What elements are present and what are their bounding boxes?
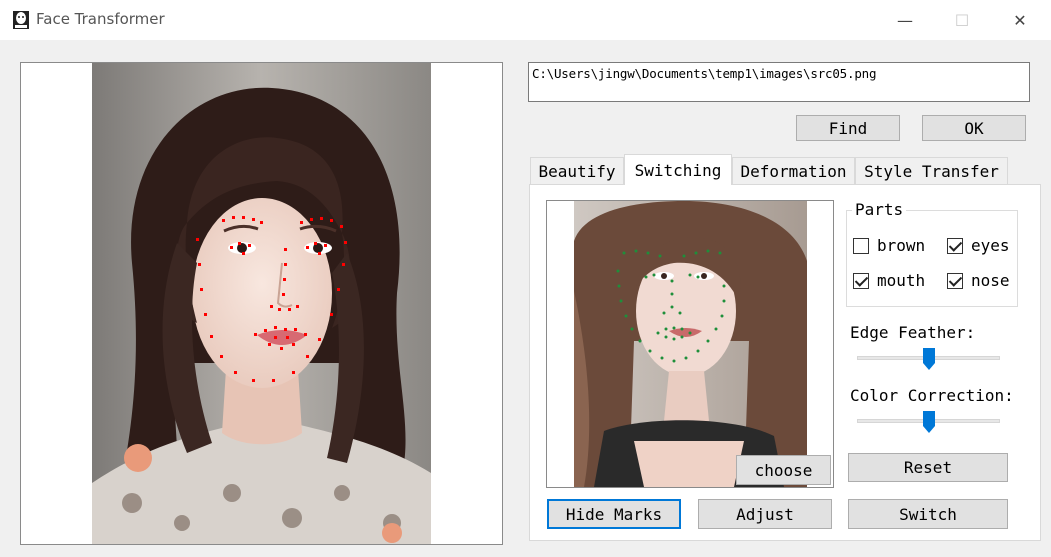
checkbox-box[interactable] <box>853 237 869 254</box>
adjust-button[interactable]: Adjust <box>698 499 832 529</box>
target-portrait-photo <box>574 201 807 487</box>
title-bar: Face Transformer — ☐ ✕ <box>0 0 1051 40</box>
brown-checkbox-label: brown <box>877 236 926 255</box>
portrait-photo <box>92 63 431 544</box>
parts-group <box>846 210 1018 307</box>
tab-style-transfer[interactable]: Style Transfer <box>855 157 1008 184</box>
color-correction-label: Color Correction: <box>850 386 1014 405</box>
window-title: Face Transformer <box>36 10 165 28</box>
mouth-checkbox-label: mouth <box>877 271 926 290</box>
main-image-view[interactable] <box>20 62 503 545</box>
color-correction-slider[interactable] <box>857 411 1000 435</box>
file-path-field[interactable]: C:\Users\jingw\Documents\temp1\images\sr… <box>528 62 1030 102</box>
slider-thumb[interactable] <box>923 411 935 433</box>
face-icon <box>13 11 29 29</box>
tab-deformation[interactable]: Deformation <box>732 157 855 184</box>
ok-button[interactable]: OK <box>922 115 1026 141</box>
eyes-checkbox[interactable]: eyes <box>947 236 1010 255</box>
switch-button[interactable]: Switch <box>848 499 1008 529</box>
tab-switching[interactable]: Switching <box>624 154 732 185</box>
close-button[interactable]: ✕ <box>998 6 1042 34</box>
edge-feather-slider[interactable] <box>857 348 1000 372</box>
slider-thumb[interactable] <box>923 348 935 370</box>
maximize-button[interactable]: ☐ <box>940 6 984 34</box>
reset-button[interactable]: Reset <box>848 453 1008 482</box>
choose-button[interactable]: choose <box>736 455 831 485</box>
checkbox-box[interactable] <box>853 272 869 289</box>
parts-group-title: Parts <box>852 200 907 219</box>
edge-feather-label: Edge Feather: <box>850 323 976 342</box>
eyes-checkbox-label: eyes <box>971 236 1010 255</box>
mouth-checkbox[interactable]: mouth <box>853 271 925 290</box>
hide-marks-button[interactable]: Hide Marks <box>547 499 681 529</box>
checkbox-box[interactable] <box>947 237 963 254</box>
checkbox-box[interactable] <box>947 272 963 289</box>
find-button[interactable]: Find <box>796 115 900 141</box>
nose-checkbox[interactable]: nose <box>947 271 1010 290</box>
nose-checkbox-label: nose <box>971 271 1010 290</box>
tab-beautify[interactable]: Beautify <box>530 157 624 184</box>
brown-checkbox[interactable]: brown <box>853 236 925 255</box>
minimize-button[interactable]: — <box>883 6 927 34</box>
target-image-view[interactable] <box>546 200 834 488</box>
